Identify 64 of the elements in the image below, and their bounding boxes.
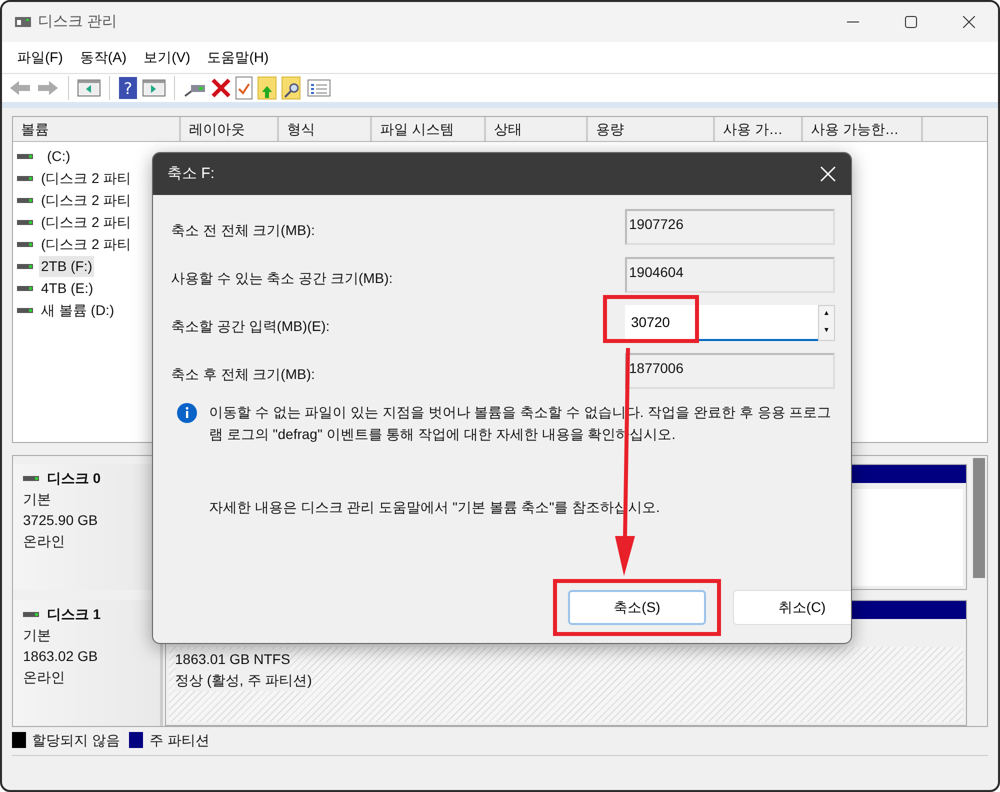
window-title: 디스크 관리	[38, 12, 118, 32]
field-label: 사용할 수 있는 축소 공간 크기(MB):	[171, 268, 394, 288]
column-header[interactable]: 상태	[486, 117, 588, 141]
drive-icon	[17, 284, 33, 293]
disk-type: 기본	[23, 626, 52, 645]
menu-item[interactable]: 동작(A)	[76, 47, 141, 68]
volume-name[interactable]: 새 볼륨 (D:)	[39, 300, 116, 321]
disk-size: 1863.02 GB	[23, 647, 99, 666]
readonly-field: 1907726	[625, 209, 835, 245]
disk-management-icon	[14, 14, 32, 30]
volume-name[interactable]: 4TB (E:)	[39, 278, 96, 299]
drive-icon	[23, 474, 39, 483]
delete-icon[interactable]	[211, 78, 231, 98]
column-header[interactable]: 파일 시스템	[372, 117, 486, 141]
column-header[interactable]: 볼륨	[13, 117, 181, 141]
drive-icon	[17, 196, 33, 205]
menu-item[interactable]: 파일(F)	[14, 47, 77, 68]
drive-icon	[23, 610, 39, 619]
menu-item[interactable]: 도움말(H)	[204, 47, 283, 68]
drive-icon	[17, 262, 33, 271]
drive-icon	[17, 240, 33, 249]
cancel-button[interactable]: 취소(C)	[733, 590, 851, 625]
disk-status: 온라인	[23, 532, 66, 551]
drive-icon	[17, 174, 33, 183]
panel-icon[interactable]	[77, 78, 101, 98]
column-header[interactable]: 레이아웃	[181, 117, 279, 141]
volume-name[interactable]: (디스크 2 파티	[39, 212, 134, 233]
volume-name[interactable]: (C:)	[45, 146, 72, 167]
readonly-field: 1877006	[625, 353, 835, 389]
column-header[interactable]: 사용 가…	[715, 117, 803, 141]
info-icon	[177, 403, 197, 423]
menu-item[interactable]: 보기(V)	[140, 47, 204, 68]
column-header[interactable]: 형식	[279, 117, 372, 141]
shrink-button[interactable]: 축소(S)	[568, 590, 706, 625]
legend-label: 주 파티션	[149, 730, 210, 750]
partition-detail: 1863.01 GB NTFS	[175, 649, 290, 670]
drive-icon	[17, 306, 33, 315]
checklist-icon[interactable]	[235, 76, 253, 100]
column-header[interactable]: 용량	[588, 117, 715, 141]
list-icon[interactable]	[307, 78, 331, 98]
volume-name[interactable]: (디스크 2 파티	[39, 190, 134, 211]
disk-name: 디스크 0	[47, 469, 101, 488]
disk-type: 기본	[23, 490, 52, 509]
disk-status: 온라인	[23, 668, 66, 687]
help-icon[interactable]: ?	[118, 76, 138, 100]
disk-size: 3725.90 GB	[23, 511, 99, 530]
scrollbar-thumb[interactable]	[973, 458, 985, 578]
readonly-field: 1904604	[625, 257, 835, 293]
volume-name[interactable]: (디스크 2 파티	[39, 168, 134, 189]
panel-icon[interactable]	[142, 78, 166, 98]
drive-icon	[17, 152, 33, 161]
close-icon[interactable]	[820, 166, 836, 182]
field-label: 축소 후 전체 크기(MB):	[171, 364, 316, 384]
dialog-title: 축소 F:	[167, 164, 214, 184]
drive-icon	[17, 218, 33, 227]
volume-name[interactable]: 2TB (F:)	[39, 256, 94, 277]
volume-name[interactable]: (디스크 2 파티	[39, 234, 134, 255]
partition-status: 정상 (활성, 주 파티션)	[175, 670, 312, 691]
folder-magnifier-icon[interactable]	[281, 76, 303, 100]
column-header[interactable]: 사용 가능한…	[803, 117, 923, 141]
disk-name: 디스크 1	[47, 605, 101, 624]
field-label: 축소 전 전체 크기(MB):	[171, 220, 316, 240]
legend-label: 할당되지 않음	[32, 730, 120, 750]
field-label: 축소할 공간 입력(MB)(E):	[171, 316, 331, 336]
